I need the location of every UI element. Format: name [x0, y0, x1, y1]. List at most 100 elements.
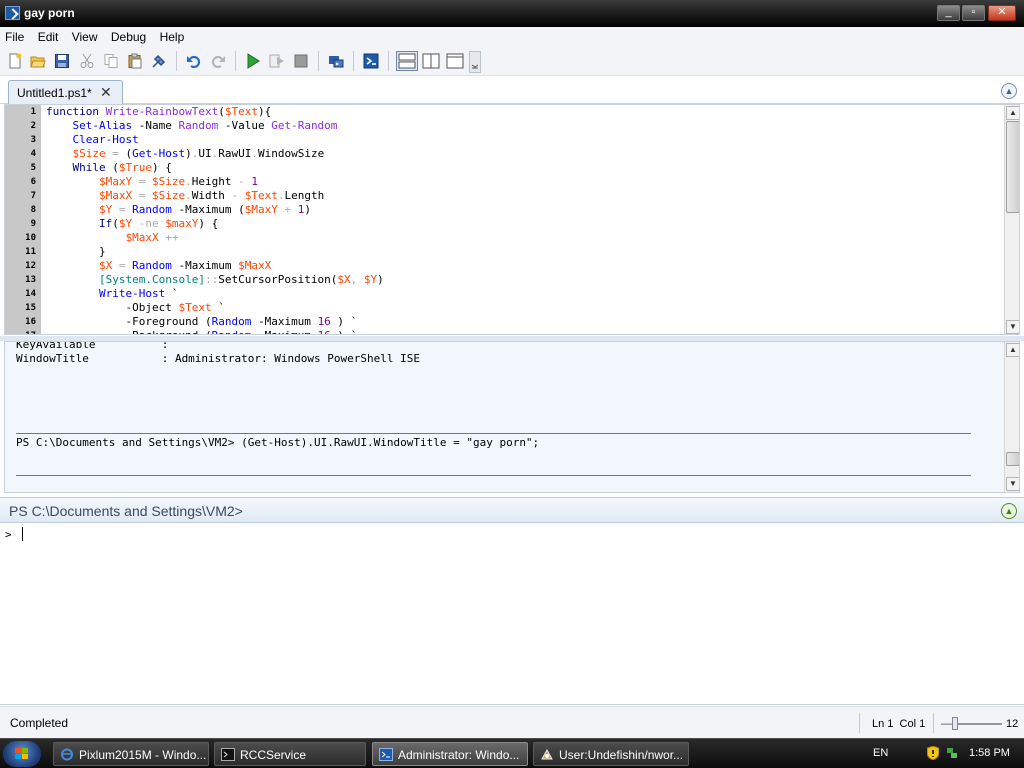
toolbar-separator — [353, 51, 354, 71]
menu-bar: File Edit View Debug Help — [0, 27, 1024, 46]
line-number: 5 — [30, 163, 36, 173]
window-title: gay porn — [24, 6, 75, 20]
console-icon — [221, 748, 235, 761]
output-line: KeyAvailable : — [16, 341, 169, 351]
zoom-slider-thumb[interactable] — [952, 717, 958, 730]
stop-icon[interactable] — [293, 53, 309, 69]
line-number: 17 — [5, 331, 36, 334]
output-scrollbar[interactable]: ▲ ▼ — [1004, 342, 1019, 492]
new-file-icon[interactable] — [7, 53, 23, 69]
code-token: Write-RainbowText — [105, 105, 219, 118]
code-token: 16 — [317, 315, 331, 328]
line-number: 14 — [25, 289, 36, 299]
language-indicator[interactable]: EN — [873, 747, 888, 759]
code-token: ( — [218, 105, 225, 118]
redo-icon[interactable] — [210, 53, 226, 69]
zoom-slider[interactable] — [956, 723, 1002, 725]
status-text: Completed — [10, 716, 69, 730]
undo-icon[interactable] — [186, 53, 202, 69]
scroll-up-arrow[interactable]: ▲ — [1006, 106, 1019, 120]
code-token: - — [231, 175, 252, 188]
line-number: 1 — [30, 107, 36, 117]
code-line: $Y = Random -Maximum ($MaxY + 1) — [46, 203, 311, 217]
output-divider — [16, 475, 971, 476]
code-line: [System.Console]::SetCursorPosition($X, … — [46, 273, 384, 287]
code-token: If — [98, 217, 113, 230]
close-button[interactable]: ✕ — [988, 5, 1016, 21]
code-token: Random — [212, 329, 252, 334]
layout-maximized-icon[interactable] — [445, 51, 465, 71]
tab-untitled1[interactable]: Untitled1.ps1* ✕ — [8, 80, 123, 105]
collapse-script-pane-icon[interactable]: ▲ — [1001, 83, 1017, 99]
line-number: 10 — [25, 233, 36, 243]
expand-pane-icon[interactable]: ▲ — [1001, 503, 1017, 519]
run-selection-icon[interactable] — [269, 53, 285, 69]
scroll-thumb[interactable] — [1006, 121, 1019, 213]
clock: 1:58 PM — [969, 747, 1010, 759]
remote-powershell-icon[interactable] — [328, 53, 344, 69]
menu-edit[interactable]: Edit — [33, 27, 64, 44]
start-button[interactable] — [3, 741, 41, 767]
code-token: $MaxY — [98, 175, 133, 188]
powershell-console-icon[interactable] — [363, 53, 379, 69]
line-number: 3 — [30, 135, 36, 145]
menu-debug[interactable]: Debug — [106, 27, 151, 44]
code-token: -Object — [46, 301, 179, 314]
minimize-button[interactable]: _ — [937, 5, 960, 21]
taskbar: Pixlum2015M - Windo... RCCService Admini… — [0, 738, 1024, 768]
title-bar: gay porn _ ▫ ✕ — [0, 0, 1024, 27]
code-token: $MaxX — [125, 231, 159, 244]
code-token: $Size — [151, 189, 186, 202]
security-shield-icon[interactable] — [927, 746, 939, 760]
maximize-button[interactable]: ▫ — [962, 5, 985, 21]
close-tab-icon[interactable]: ✕ — [100, 84, 112, 101]
taskbar-item[interactable]: RCCService — [214, 742, 366, 766]
windows-logo-icon — [15, 748, 28, 759]
code-token: = — [112, 259, 133, 272]
toolbar-overflow-icon[interactable] — [469, 51, 481, 73]
code-token: Random — [132, 259, 172, 272]
line-number: 12 — [25, 261, 36, 271]
menu-view[interactable]: View — [67, 27, 103, 44]
code-token: $Size — [151, 175, 186, 188]
menu-file[interactable]: File — [0, 27, 29, 44]
layout-top-icon[interactable] — [396, 51, 418, 71]
line-number: 11 — [25, 247, 36, 257]
code-token: RawUI — [218, 147, 252, 160]
scroll-thumb[interactable] — [1006, 452, 1019, 466]
code-token: ) { — [198, 217, 219, 230]
taskbar-item[interactable]: User:Undefishin/nwor... — [533, 742, 689, 766]
network-icon[interactable] — [946, 747, 958, 759]
cut-icon[interactable] — [79, 53, 95, 69]
browser-icon — [541, 748, 553, 760]
layout-right-icon[interactable] — [421, 51, 441, 71]
code-token: $Text — [224, 105, 258, 118]
run-icon[interactable] — [245, 53, 261, 69]
code-token: $maxY — [165, 217, 199, 230]
code-token: ) — [377, 273, 384, 286]
scroll-down-arrow[interactable]: ▼ — [1006, 477, 1019, 491]
code-token: -ne — [132, 217, 166, 230]
scroll-up-arrow[interactable]: ▲ — [1006, 343, 1019, 357]
editor-scrollbar[interactable]: ▲ ▼ — [1004, 105, 1019, 334]
line-number: 13 — [25, 275, 36, 285]
code-token: $True — [118, 161, 152, 174]
taskbar-item[interactable]: Pixlum2015M - Windo... — [53, 742, 209, 766]
code-token: -Maximum ( — [171, 203, 245, 216]
code-token: -Maximum — [251, 315, 318, 328]
code-token: $Y — [118, 217, 133, 230]
save-icon[interactable] — [54, 53, 70, 69]
line-number: 4 — [30, 149, 36, 159]
paste-icon[interactable] — [127, 53, 143, 69]
open-folder-icon[interactable] — [30, 53, 46, 69]
script-editor[interactable]: 1234567891011121314151617 function Write… — [4, 104, 1020, 335]
scroll-down-arrow[interactable]: ▼ — [1006, 320, 1019, 334]
clear-icon[interactable] — [151, 53, 167, 69]
taskbar-item-active[interactable]: Administrator: Windo... — [372, 742, 528, 766]
code-token: -Value — [218, 119, 272, 132]
copy-icon[interactable] — [103, 53, 119, 69]
menu-help[interactable]: Help — [155, 27, 190, 44]
command-input-pane[interactable]: > — [0, 523, 1024, 705]
